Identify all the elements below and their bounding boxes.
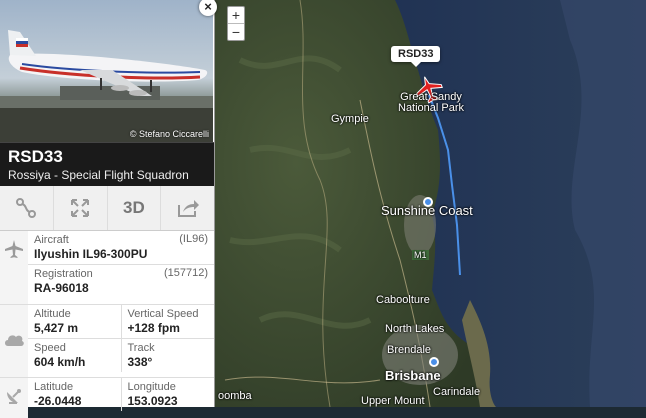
cloud-icon — [0, 305, 28, 377]
map-label-toowoomba: oomba — [218, 390, 252, 402]
track-value: 338° — [127, 355, 153, 369]
route-icon — [16, 198, 37, 218]
aircraft-photo-image — [0, 30, 213, 142]
altitude-cell: Altitude 5,427 m — [28, 305, 121, 338]
flight-info-panel: © Stefano Ciccarelli × RSD33 Rossiya - S… — [0, 0, 217, 418]
expand-arrows-icon — [71, 199, 90, 217]
vertical-speed-value: +128 fpm — [127, 321, 180, 335]
speed-label: Speed — [34, 342, 66, 354]
airplane-icon — [0, 231, 28, 304]
longitude-cell: Longitude 153.0923 — [120, 378, 215, 411]
map-label-brendale: Brendale — [387, 344, 432, 356]
aircraft-value: Ilyushin IL96-300PU — [34, 247, 148, 261]
speed-value: 604 km/h — [34, 355, 86, 369]
expand-button[interactable] — [54, 186, 108, 230]
altitude-label: Altitude — [34, 308, 71, 320]
action-toolbar: 3D — [0, 186, 214, 231]
flight-title-bar: RSD33 Rossiya - Special Flight Squadron — [0, 142, 214, 186]
latitude-label: Latitude — [34, 381, 74, 393]
zoom-control: + − — [227, 6, 245, 41]
map-label-gympie: Gympie — [331, 113, 369, 125]
latitude-cell: Latitude -26.0448 — [28, 378, 121, 411]
longitude-label: Longitude — [127, 381, 176, 393]
flight-callsign: RSD33 — [8, 147, 63, 166]
speed-cell: Speed 604 km/h — [28, 339, 121, 372]
map-label-north-lakes: North Lakes — [385, 323, 445, 335]
photo-credit: © Stefano Ciccarelli — [129, 129, 209, 139]
track-cell: Track 338° — [120, 339, 215, 372]
performance-section: Altitude 5,427 m Vertical Speed +128 fpm… — [0, 305, 214, 378]
aircraft-photo[interactable]: © Stefano Ciccarelli — [0, 0, 213, 142]
position-section: Latitude -26.0448 Longitude 153.0923 — [0, 378, 214, 418]
3d-label: 3D — [123, 198, 145, 217]
satellite-dish-icon — [0, 378, 28, 418]
map-label-park: Great Sandy National Park — [398, 91, 465, 114]
location-pin-icon[interactable] — [429, 357, 439, 367]
zoom-out-button[interactable]: − — [228, 23, 244, 40]
flight-details: Aircraft (IL96) Ilyushin IL96-300PU Regi… — [0, 231, 214, 418]
altitude-value: 5,427 m — [34, 321, 79, 335]
map-label-carindale: Carindale — [433, 386, 481, 398]
map-label-m1: M1 — [412, 250, 429, 260]
map-label-brisbane: Brisbane — [385, 368, 441, 383]
aircraft-code: (IL96) — [179, 233, 208, 245]
route-button[interactable] — [0, 186, 54, 230]
vertical-speed-cell: Vertical Speed +128 fpm — [120, 305, 215, 338]
3d-view-button[interactable]: 3D — [108, 186, 162, 230]
map-label-upper-mount: Upper Mount — [361, 395, 425, 407]
share-button[interactable] — [161, 186, 214, 230]
registration-code: (157712) — [163, 267, 208, 279]
aircraft-cell: Aircraft (IL96) Ilyushin IL96-300PU — [28, 231, 214, 264]
aircraft-section: Aircraft (IL96) Ilyushin IL96-300PU Regi… — [0, 231, 214, 305]
registration-cell: Registration (157712) RA-96018 — [28, 264, 214, 298]
zoom-in-button[interactable]: + — [228, 7, 244, 23]
registration-value: RA-96018 — [34, 281, 89, 295]
vertical-speed-label: Vertical Speed — [127, 308, 199, 320]
map-label-caboolture: Caboolture — [376, 294, 430, 306]
share-icon — [177, 200, 199, 217]
track-label: Track — [127, 342, 155, 354]
flight-tag[interactable]: RSD33 — [391, 46, 441, 67]
close-button[interactable]: × — [199, 0, 217, 16]
airline-name: Rossiya - Special Flight Squadron — [8, 168, 189, 182]
location-pin-icon[interactable] — [423, 197, 433, 207]
